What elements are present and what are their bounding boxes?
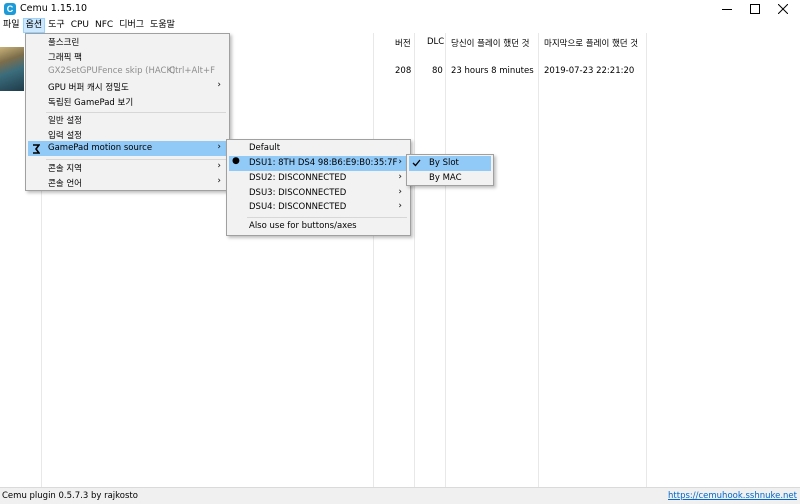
cemuhook-link[interactable]: https://cemuhook.sshnuke.net — [668, 491, 797, 501]
chevron-right-icon: › — [217, 176, 221, 186]
menu-item-gpu-cache[interactable]: GPU 버퍼 캐시 정밀도 › — [28, 79, 227, 94]
menu-item-by-mac[interactable]: By MAC — [409, 171, 491, 186]
checkmark-icon — [412, 159, 421, 167]
options-menu: 풀스크린 그래픽 팩 GX2SetGPUFence skip (HACK) Ctr… — [25, 33, 230, 191]
menu-help[interactable]: 도움말 — [147, 18, 178, 33]
shortcut-text: Ctrl+Alt+F — [169, 66, 215, 76]
menu-item-graphic-pack[interactable]: 그래픽 팩 — [28, 49, 227, 64]
motion-source-submenu: Default ● DSU1: 8TH DS4 98:B6:E9:B0:35:7… — [226, 139, 411, 236]
chevron-right-icon: › — [217, 80, 221, 90]
menu-debug[interactable]: 디버그 — [116, 18, 147, 33]
column-header-version[interactable]: 버전 — [395, 37, 411, 49]
column-divider — [373, 33, 374, 487]
menu-bar: 파일 옵션 도구 CPU NFC 디버그 도움말 — [0, 18, 800, 33]
game-thumbnail[interactable] — [0, 47, 24, 91]
title-bar: C Cemu 1.15.10 — [0, 0, 800, 18]
window-title: Cemu 1.15.10 — [20, 3, 88, 14]
dsu-mode-submenu: By Slot By MAC — [406, 154, 494, 186]
menu-item-motion-source[interactable]: GamePad motion source › — [28, 141, 227, 156]
column-divider — [646, 33, 647, 487]
cell-dlc: 80 — [432, 66, 443, 76]
chevron-right-icon: › — [398, 187, 402, 197]
plugin-status-text: Cemu plugin 0.5.7.3 by rajkosto — [2, 491, 138, 501]
cemu-app-icon: C — [4, 3, 16, 15]
menu-item-general-settings[interactable]: 일반 설정 — [28, 112, 227, 127]
column-divider — [538, 33, 539, 487]
menu-item-dsu3[interactable]: DSU3: DISCONNECTED › — [229, 186, 408, 201]
menu-file[interactable]: 파일 — [0, 18, 23, 33]
radio-dot-icon: ● — [232, 156, 240, 166]
cell-version: 208 — [395, 66, 412, 76]
column-divider — [414, 33, 415, 487]
cell-last-played: 2019-07-23 22:21:20 — [544, 66, 635, 76]
menu-item-also-use-buttons[interactable]: Also use for buttons/axes — [229, 219, 408, 234]
maximize-icon — [750, 4, 760, 14]
close-icon — [778, 4, 788, 14]
menu-tools[interactable]: 도구 — [45, 18, 68, 33]
column-header-dlc[interactable]: DLC — [427, 37, 444, 47]
menu-item-default[interactable]: Default — [229, 141, 408, 156]
chevron-right-icon: › — [217, 161, 221, 171]
minimize-icon — [722, 9, 732, 10]
column-divider — [445, 33, 446, 487]
menu-options[interactable]: 옵션 — [22, 18, 46, 33]
gamepad-motion-icon — [33, 144, 40, 154]
menu-cpu[interactable]: CPU — [68, 18, 92, 33]
chevron-right-icon: › — [398, 172, 402, 182]
status-bar: Cemu plugin 0.5.7.3 by rajkosto https://… — [0, 487, 800, 504]
cell-playtime: 23 hours 8 minutes — [451, 66, 534, 76]
chevron-right-icon: › — [398, 201, 402, 211]
menu-item-input-settings[interactable]: 입력 설정 — [28, 127, 227, 142]
menu-item-fullscreen[interactable]: 풀스크린 — [28, 34, 227, 49]
menu-item-separate-gamepad[interactable]: 독립된 GamePad 보기 — [28, 94, 227, 109]
column-header-playtime[interactable]: 당신이 플레이 했던 것 — [451, 37, 530, 49]
menu-separator — [247, 217, 407, 218]
menu-item-console-region[interactable]: 콘솔 지역 › — [28, 160, 227, 175]
close-button[interactable] — [766, 0, 800, 18]
chevron-right-icon: › — [217, 142, 221, 152]
menu-nfc[interactable]: NFC — [92, 18, 116, 33]
menu-item-dsu4[interactable]: DSU4: DISCONNECTED › — [229, 200, 408, 215]
menu-item-console-language[interactable]: 콘솔 언어 › — [28, 175, 227, 190]
menu-item-dsu1[interactable]: ● DSU1: 8TH DS4 98:B6:E9:B0:35:7F › — [229, 156, 408, 171]
menu-item-gx2-fence-skip[interactable]: GX2SetGPUFence skip (HACK) Ctrl+Alt+F — [28, 64, 227, 79]
column-header-last-played[interactable]: 마지막으로 플레이 했던 것 — [544, 37, 638, 49]
menu-item-by-slot[interactable]: By Slot — [409, 156, 491, 171]
menu-item-dsu2[interactable]: DSU2: DISCONNECTED › — [229, 171, 408, 186]
chevron-right-icon: › — [398, 157, 402, 167]
